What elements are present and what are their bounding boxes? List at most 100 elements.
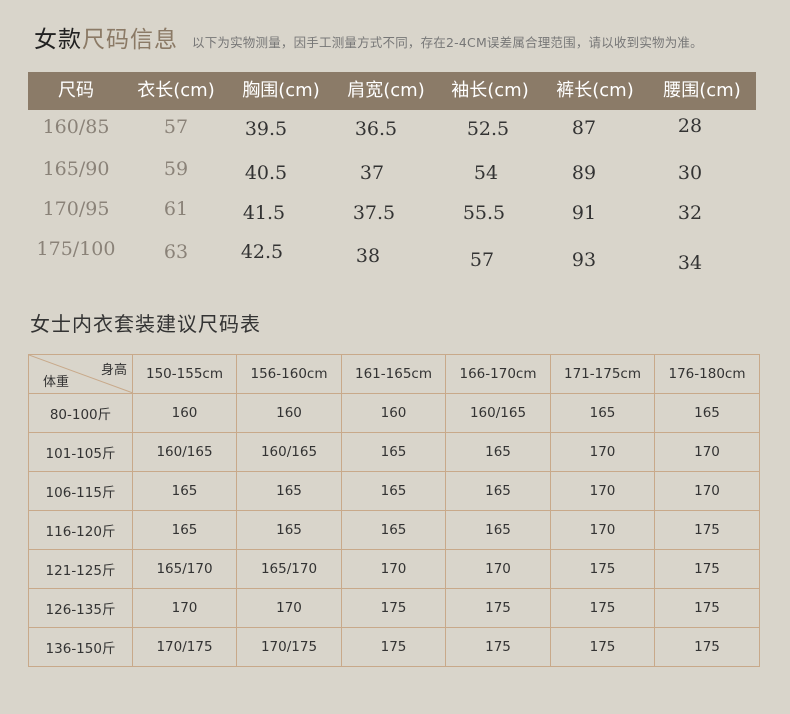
size-cell: 175 <box>654 549 760 589</box>
size-cell: 165 <box>445 432 551 472</box>
table-row: 126-135斤 170 170 175 175 175 175 <box>28 588 760 628</box>
size-cell: 55.5 <box>462 202 506 224</box>
table-row: 101-105斤 160/165 160/165 165 165 170 170 <box>28 432 760 472</box>
size-cell: 175 <box>341 588 446 628</box>
size-cell: 175 <box>550 627 655 667</box>
size-cell: 165 <box>132 510 237 550</box>
size-cell: 165 <box>341 432 446 472</box>
size-cell: 170 <box>550 510 655 550</box>
corner-cell: 身高 体重 <box>28 354 133 394</box>
size-cell: 93 <box>571 249 597 271</box>
weight-cell: 101-105斤 <box>28 432 133 472</box>
header-size: 尺码 <box>58 80 94 101</box>
size-cell: 165/90 <box>42 158 110 180</box>
size-cell: 160 <box>132 393 237 433</box>
weight-cell: 80-100斤 <box>28 393 133 433</box>
size-cell: 170/95 <box>42 198 110 220</box>
size-cell: 165 <box>445 471 551 511</box>
size-cell: 32 <box>677 202 703 224</box>
header-waist: 腰围(cm) <box>663 80 741 101</box>
table-row: 106-115斤 165 165 165 165 170 170 <box>28 471 760 511</box>
size-cell: 170 <box>236 588 342 628</box>
size-cell: 175 <box>550 588 655 628</box>
size-info-title: 女款 尺码信息 以下为实物测量，因手工测量方式不同，存在2-4CM误差属合理范围… <box>34 20 703 54</box>
size-cell: 37.5 <box>352 202 396 224</box>
size-cell: 34 <box>677 252 703 274</box>
size-cell: 170 <box>445 549 551 589</box>
title-size-info: 尺码信息 <box>82 27 178 53</box>
size-cell: 91 <box>571 202 597 224</box>
height-header: 171-175cm <box>550 354 655 394</box>
size-cell: 30 <box>677 162 703 184</box>
size-table-header: 尺码 衣长(cm) 胸围(cm) 肩宽(cm) 袖长(cm) 裤长(cm) 腰围… <box>28 72 756 110</box>
size-cell: 38 <box>355 245 381 267</box>
table-row: 80-100斤 160 160 160 160/165 165 165 <box>28 393 760 433</box>
header-chest: 胸围(cm) <box>242 80 320 101</box>
size-cell: 170/175 <box>236 627 342 667</box>
header-length: 衣长(cm) <box>137 80 215 101</box>
size-cell: 175 <box>654 627 760 667</box>
table-row: 身高 体重 150-155cm 156-160cm 161-165cm 166-… <box>28 354 760 394</box>
size-cell: 160/165 <box>445 393 551 433</box>
size-cell: 160 <box>341 393 446 433</box>
size-cell: 28 <box>677 115 703 137</box>
size-cell: 175 <box>445 627 551 667</box>
size-cell: 170 <box>654 432 760 472</box>
recommendation-title: 女士内衣套装建议尺码表 <box>30 312 261 336</box>
size-cell: 175 <box>550 549 655 589</box>
measurement-note: 以下为实物测量，因手工测量方式不同，存在2-4CM误差属合理范围，请以收到实物为… <box>192 35 703 50</box>
size-cell: 175 <box>341 627 446 667</box>
weight-cell: 136-150斤 <box>28 627 133 667</box>
size-cell: 57 <box>469 249 495 271</box>
table-row: 116-120斤 165 165 165 165 170 175 <box>28 510 760 550</box>
height-header: 166-170cm <box>445 354 551 394</box>
size-cell: 160/165 <box>236 432 342 472</box>
size-cell: 165 <box>341 510 446 550</box>
size-cell: 39.5 <box>244 118 288 140</box>
size-cell: 170 <box>341 549 446 589</box>
size-cell: 89 <box>571 162 597 184</box>
size-cell: 170 <box>654 471 760 511</box>
size-cell: 175 <box>445 588 551 628</box>
title-gender: 女款 <box>34 27 82 53</box>
size-cell: 175 <box>654 510 760 550</box>
height-header: 161-165cm <box>341 354 446 394</box>
size-cell: 37 <box>359 162 385 184</box>
header-shoulder: 肩宽(cm) <box>347 80 425 101</box>
weight-cell: 126-135斤 <box>28 588 133 628</box>
size-cell: 165 <box>445 510 551 550</box>
size-cell: 41.5 <box>242 202 286 224</box>
size-cell: 170 <box>550 432 655 472</box>
size-cell: 165 <box>132 471 237 511</box>
size-cell: 165 <box>236 510 342 550</box>
size-cell: 175/100 <box>36 238 116 260</box>
size-cell: 165 <box>341 471 446 511</box>
size-cell: 165 <box>236 471 342 511</box>
size-cell: 170/175 <box>132 627 237 667</box>
size-cell: 165 <box>550 393 655 433</box>
size-cell: 170 <box>132 588 237 628</box>
size-cell: 42.5 <box>240 241 284 263</box>
table-row: 136-150斤 170/175 170/175 175 175 175 175 <box>28 627 760 667</box>
size-cell: 170 <box>550 471 655 511</box>
height-header: 156-160cm <box>236 354 342 394</box>
size-cell: 52.5 <box>466 118 510 140</box>
size-cell: 165/170 <box>132 549 237 589</box>
size-cell: 160/85 <box>42 116 110 138</box>
table-row: 121-125斤 165/170 165/170 170 170 175 175 <box>28 549 760 589</box>
size-cell: 40.5 <box>244 162 288 184</box>
size-cell: 160 <box>236 393 342 433</box>
size-cell: 165 <box>654 393 760 433</box>
size-cell: 165/170 <box>236 549 342 589</box>
height-header: 150-155cm <box>132 354 237 394</box>
weight-cell: 116-120斤 <box>28 510 133 550</box>
size-cell: 175 <box>654 588 760 628</box>
size-cell: 54 <box>473 162 499 184</box>
height-header: 176-180cm <box>654 354 760 394</box>
corner-weight-label: 体重 <box>43 375 70 390</box>
size-cell: 36.5 <box>354 118 398 140</box>
weight-cell: 121-125斤 <box>28 549 133 589</box>
header-sleeve: 袖长(cm) <box>451 80 529 101</box>
header-pants-length: 裤长(cm) <box>556 80 634 101</box>
recommendation-table: 身高 体重 150-155cm 156-160cm 161-165cm 166-… <box>28 354 760 667</box>
